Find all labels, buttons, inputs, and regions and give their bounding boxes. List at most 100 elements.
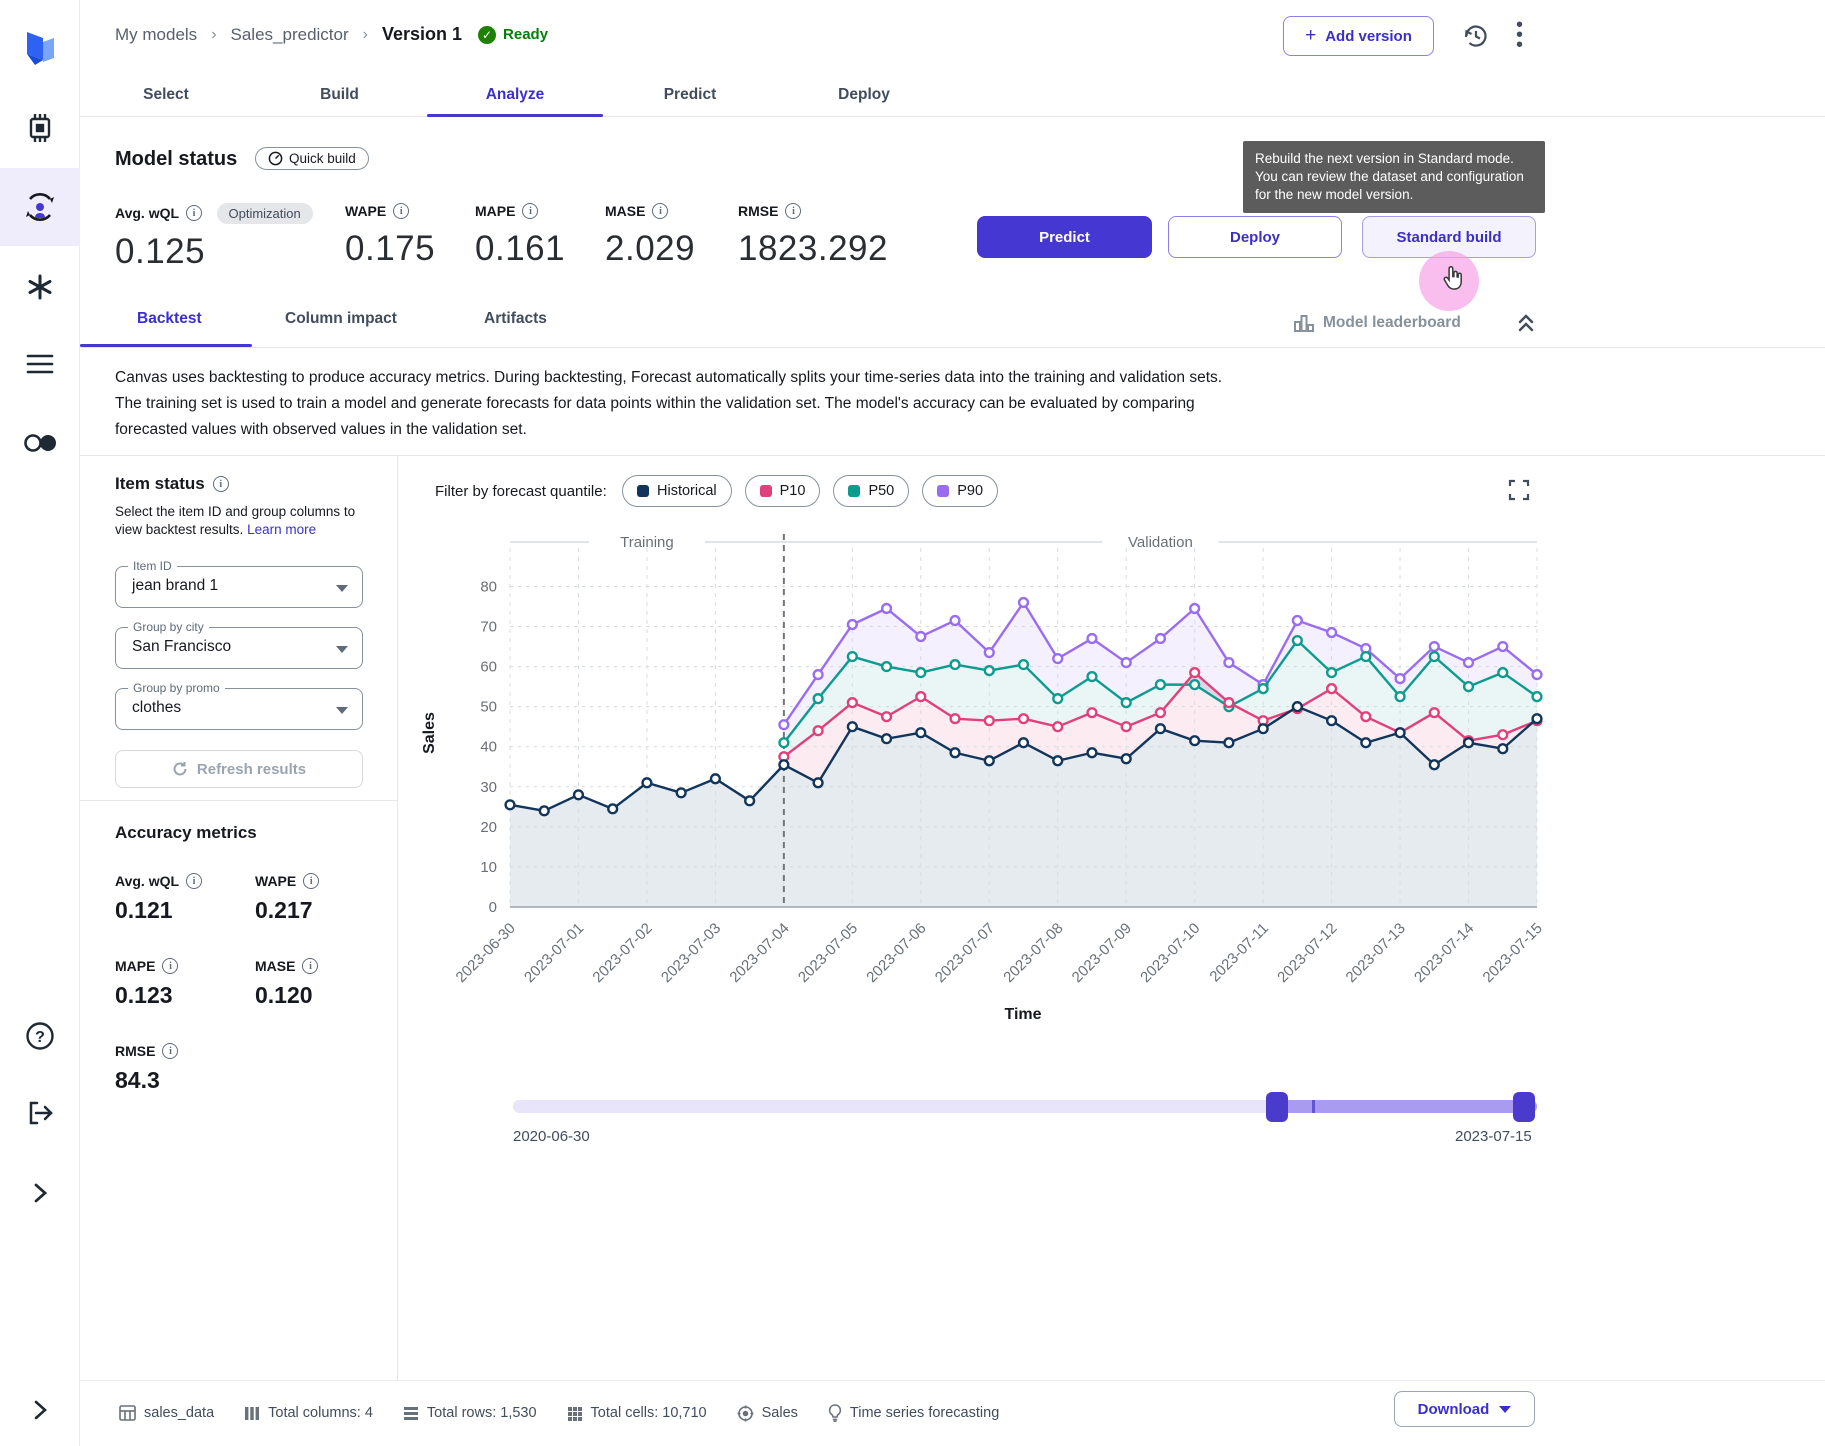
tab-select[interactable]: Select bbox=[80, 73, 252, 117]
info-icon[interactable]: i bbox=[785, 203, 801, 219]
download-button[interactable]: Download bbox=[1394, 1391, 1535, 1427]
breadcrumb-my-models[interactable]: My models bbox=[115, 25, 197, 45]
info-icon[interactable]: i bbox=[213, 476, 229, 492]
info-icon[interactable]: i bbox=[393, 203, 409, 219]
metric-avg-wql: Avg. wQLi Optimization 0.125 bbox=[115, 203, 313, 272]
two-circles-icon bbox=[23, 432, 57, 454]
info-icon[interactable]: i bbox=[522, 203, 538, 219]
info-icon[interactable]: i bbox=[186, 205, 202, 221]
acc-rmse: RMSEi 84.3 bbox=[115, 1043, 178, 1094]
breadcrumb-model[interactable]: Sales_predictor bbox=[231, 25, 349, 45]
forecast-chart[interactable]: TrainingValidation010203040506070802023-… bbox=[397, 520, 1570, 1065]
acc-mase: MASEi 0.120 bbox=[255, 958, 318, 1009]
total-cells: Total cells: 10,710 bbox=[567, 1405, 707, 1421]
optimization-badge: Optimization bbox=[217, 203, 313, 224]
info-icon[interactable]: i bbox=[186, 873, 202, 889]
app-window: ? My models › Sales_predictor › Version … bbox=[0, 0, 1825, 1446]
subtab-column-impact[interactable]: Column impact bbox=[285, 310, 397, 328]
info-icon[interactable]: i bbox=[652, 203, 668, 219]
history-icon bbox=[1462, 22, 1490, 50]
logout-icon bbox=[25, 1098, 55, 1128]
deploy-button[interactable]: Deploy bbox=[1168, 216, 1342, 258]
left-panel-divider bbox=[80, 800, 397, 801]
model-leaderboard-button[interactable]: Model leaderboard bbox=[1294, 314, 1461, 332]
tab-analyze[interactable]: Analyze bbox=[427, 73, 603, 117]
chip-p10[interactable]: P10 bbox=[745, 475, 821, 507]
sidebar-item-generate[interactable] bbox=[0, 263, 80, 311]
chevron-down-icon bbox=[336, 646, 348, 653]
svg-text:Validation: Validation bbox=[1128, 534, 1193, 551]
svg-text:40: 40 bbox=[480, 739, 497, 756]
refresh-icon bbox=[172, 761, 188, 777]
chip-p50[interactable]: P50 bbox=[833, 475, 909, 507]
fullscreen-button[interactable] bbox=[1508, 479, 1530, 501]
help-icon: ? bbox=[25, 1021, 55, 1051]
asterisk-icon bbox=[26, 273, 54, 301]
total-columns: Total columns: 4 bbox=[244, 1405, 373, 1421]
quantile-filter-chips: Historical P10 P50 P90 bbox=[622, 475, 998, 507]
svg-text:2023-07-02: 2023-07-02 bbox=[589, 920, 655, 986]
help-button[interactable]: ? bbox=[0, 1012, 80, 1060]
svg-text:2023-07-14: 2023-07-14 bbox=[1411, 920, 1477, 986]
info-icon[interactable]: i bbox=[162, 958, 178, 974]
tab-predict[interactable]: Predict bbox=[603, 73, 777, 117]
info-icon[interactable]: i bbox=[302, 958, 318, 974]
backtest-description: Canvas uses backtesting to produce accur… bbox=[115, 365, 1545, 443]
slider-tick bbox=[1312, 1100, 1315, 1113]
canvas-logo-icon[interactable] bbox=[0, 24, 80, 72]
svg-text:80: 80 bbox=[480, 578, 497, 595]
info-icon[interactable]: i bbox=[303, 873, 319, 889]
sidebar-expand-button[interactable] bbox=[0, 1169, 80, 1217]
version-history-button[interactable] bbox=[1462, 22, 1490, 50]
svg-text:30: 30 bbox=[480, 779, 497, 796]
footer-expand-button[interactable] bbox=[0, 1386, 80, 1434]
gauge-icon bbox=[268, 151, 283, 166]
tab-deploy[interactable]: Deploy bbox=[777, 73, 951, 117]
group-by-promo-select[interactable]: Group by promo clothes bbox=[115, 688, 363, 730]
info-icon[interactable]: i bbox=[162, 1043, 178, 1059]
chip-icon bbox=[25, 113, 55, 143]
svg-text:20: 20 bbox=[480, 819, 497, 836]
svg-text:2023-07-12: 2023-07-12 bbox=[1274, 920, 1340, 986]
sidebar-item-datasets[interactable] bbox=[0, 104, 80, 152]
hand-cursor-icon bbox=[1441, 266, 1463, 294]
chevron-right-icon bbox=[30, 1181, 50, 1205]
add-version-button[interactable]: + Add version bbox=[1283, 16, 1434, 56]
svg-text:2023-07-09: 2023-07-09 bbox=[1069, 920, 1135, 986]
status-badge: ✓ Ready bbox=[478, 26, 548, 44]
slider-handle-right[interactable] bbox=[1513, 1092, 1535, 1122]
svg-text:2023-07-03: 2023-07-03 bbox=[658, 920, 724, 986]
sidebar-item-models-active[interactable] bbox=[0, 183, 80, 231]
leaderboard-icon bbox=[1294, 314, 1314, 332]
predict-button[interactable]: Predict bbox=[977, 216, 1152, 258]
group-by-city-select[interactable]: Group by city San Francisco bbox=[115, 627, 363, 669]
sidebar-item-list[interactable] bbox=[0, 340, 80, 388]
refresh-results-button[interactable]: Refresh results bbox=[115, 750, 363, 788]
item-id-select[interactable]: Item ID jean brand 1 bbox=[115, 566, 363, 608]
kebab-menu-button[interactable]: ••• bbox=[1516, 20, 1523, 50]
learn-more-link[interactable]: Learn more bbox=[247, 522, 316, 537]
target-column: Sales bbox=[737, 1405, 798, 1422]
metric-rmse: RMSEi 1823.292 bbox=[738, 203, 888, 269]
subtab-backtest[interactable]: Backtest bbox=[137, 310, 202, 328]
quick-build-badge: Quick build bbox=[255, 147, 369, 170]
chip-historical[interactable]: Historical bbox=[622, 475, 732, 507]
breadcrumb-separator: › bbox=[363, 26, 368, 44]
chip-p90[interactable]: P90 bbox=[922, 475, 998, 507]
cells-icon bbox=[567, 1406, 583, 1421]
time-range-slider-selection[interactable] bbox=[1277, 1100, 1537, 1113]
footer-bar: sales_data Total columns: 4 Total rows: … bbox=[80, 1380, 1825, 1446]
collapse-panel-button[interactable] bbox=[1516, 312, 1536, 334]
metric-wape: WAPEi 0.175 bbox=[345, 203, 435, 269]
svg-text:?: ? bbox=[35, 1029, 45, 1046]
logout-button[interactable] bbox=[0, 1089, 80, 1137]
tab-build[interactable]: Build bbox=[252, 73, 427, 117]
list-icon bbox=[26, 352, 54, 376]
subtab-artifacts[interactable]: Artifacts bbox=[484, 310, 547, 328]
dataset-name[interactable]: sales_data bbox=[119, 1405, 214, 1421]
sidebar-item-compare[interactable] bbox=[0, 419, 80, 467]
standard-build-tooltip: Rebuild the next version in Standard mod… bbox=[1243, 141, 1545, 213]
check-icon: ✓ bbox=[478, 26, 496, 44]
problem-type: Time series forecasting bbox=[828, 1404, 999, 1422]
slider-handle-left[interactable] bbox=[1266, 1092, 1288, 1122]
